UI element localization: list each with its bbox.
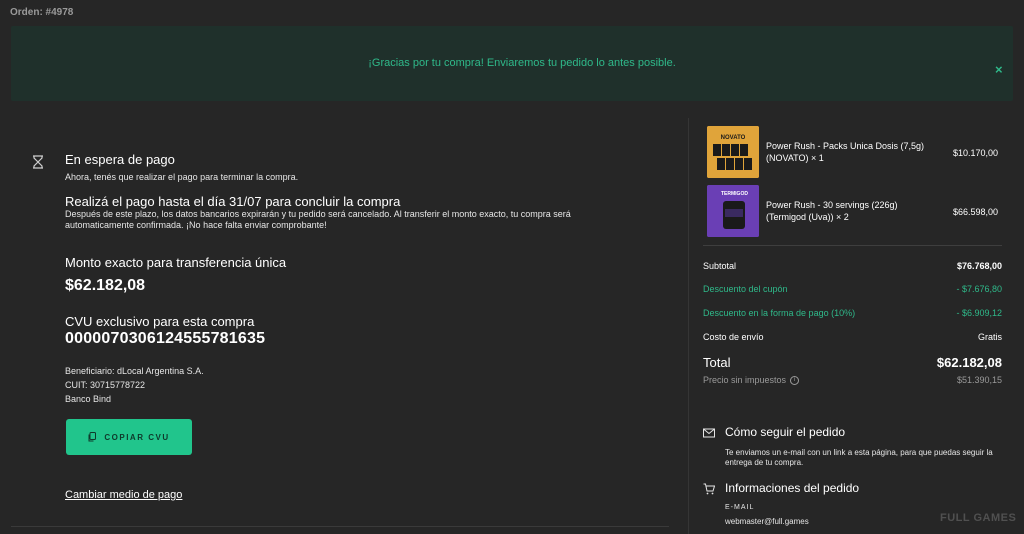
total-label: Total — [703, 355, 731, 370]
order-info-title: Informaciones del pedido — [725, 481, 860, 495]
copy-cvu-button[interactable]: COPIAR CVU — [66, 419, 192, 455]
deadline-text: Después de este plazo, los datos bancari… — [65, 209, 571, 230]
amount-value: $62.182,08 — [65, 277, 146, 294]
tracking-title: Cómo seguir el pedido — [725, 425, 846, 439]
payment-discount-row: Descuento en la forma de pago (10%) - $6… — [703, 308, 1002, 318]
email-label: E-MAIL — [725, 504, 755, 511]
coupon-label: Descuento del cupón — [703, 284, 788, 294]
coupon-value: - $7.676,80 — [956, 284, 1002, 294]
column-divider — [688, 118, 689, 534]
info-icon[interactable]: i — [790, 375, 800, 385]
status-subtitle: Ahora, tenés que realizar el pago para t… — [65, 172, 299, 182]
success-banner: ¡Gracias por tu compra! Enviaremos tu pe… — [11, 26, 1013, 101]
subtotal-value: $76.768,00 — [956, 261, 1002, 271]
cvu-label: CVU exclusivo para esta compra — [65, 314, 255, 329]
subtotal-label: Subtotal — [703, 261, 737, 271]
shipping-value: Gratis — [977, 332, 1002, 342]
mail-icon — [703, 428, 715, 438]
coupon-row: Descuento del cupón - $7.676,80 — [703, 284, 1002, 294]
divider — [11, 526, 669, 527]
cvu-value: 0000070306124555781635 — [65, 330, 266, 347]
cart-icon — [703, 483, 715, 495]
divider — [703, 245, 1002, 246]
product-name: Power Rush - 30 servings (226g) (Termigo… — [766, 200, 898, 222]
subtotal-row: Subtotal $76.768,00 — [703, 261, 1002, 271]
change-payment-link[interactable]: Cambiar medio de pago — [65, 489, 182, 501]
amount-label: Monto exacto para transferencia única — [65, 255, 287, 270]
close-icon[interactable]: × — [995, 62, 1003, 77]
hourglass-icon — [33, 155, 43, 169]
no-tax-row: Precio sin impuestos i — [703, 375, 800, 385]
bank-name: Banco Bind — [65, 394, 112, 404]
shipping-label: Costo de envío — [703, 332, 764, 342]
payment-discount-label: Descuento en la forma de pago (10%) — [703, 308, 856, 318]
copy-cvu-label: COPIAR CVU — [104, 432, 170, 442]
deadline-title: Realizá el pago hasta el día 31/07 para … — [65, 194, 401, 209]
product-thumbnail: TERMIGOD — [707, 185, 759, 237]
product-name: Power Rush - Packs Unica Dosis (7,5g) (N… — [766, 141, 925, 163]
payment-discount-value: - $6.909,12 — [956, 308, 1002, 318]
shipping-row: Costo de envío Gratis — [703, 332, 1002, 342]
total-value: $62.182,08 — [936, 355, 1002, 370]
beneficiary: Beneficiario: dLocal Argentina S.A. — [65, 366, 204, 376]
no-tax-label: Precio sin impuestos — [703, 375, 787, 385]
product-price: $10.170,00 — [952, 148, 998, 158]
brand-watermark: FULL GAMES — [940, 512, 1017, 524]
bank-info: Beneficiario: dLocal Argentina S.A. CUIT… — [65, 364, 204, 406]
product-price: $66.598,00 — [952, 207, 998, 217]
email-value: webmaster@full.games — [725, 517, 809, 526]
copy-icon — [88, 432, 97, 442]
order-number: Orden: #4978 — [10, 7, 74, 18]
svg-text:TERMIGOD: TERMIGOD — [721, 191, 748, 197]
cuit: CUIT: 30715778722 — [65, 380, 146, 390]
banner-message: ¡Gracias por tu compra! Enviaremos tu pe… — [368, 57, 676, 69]
svg-text:NOVATO: NOVATO — [721, 135, 746, 141]
no-tax-value: $51.390,15 — [956, 375, 1002, 385]
tracking-text: Te enviamos un e-mail con un link a esta… — [725, 448, 993, 467]
status-title: En espera de pago — [65, 152, 175, 167]
product-thumbnail: NOVATO — [707, 126, 759, 178]
